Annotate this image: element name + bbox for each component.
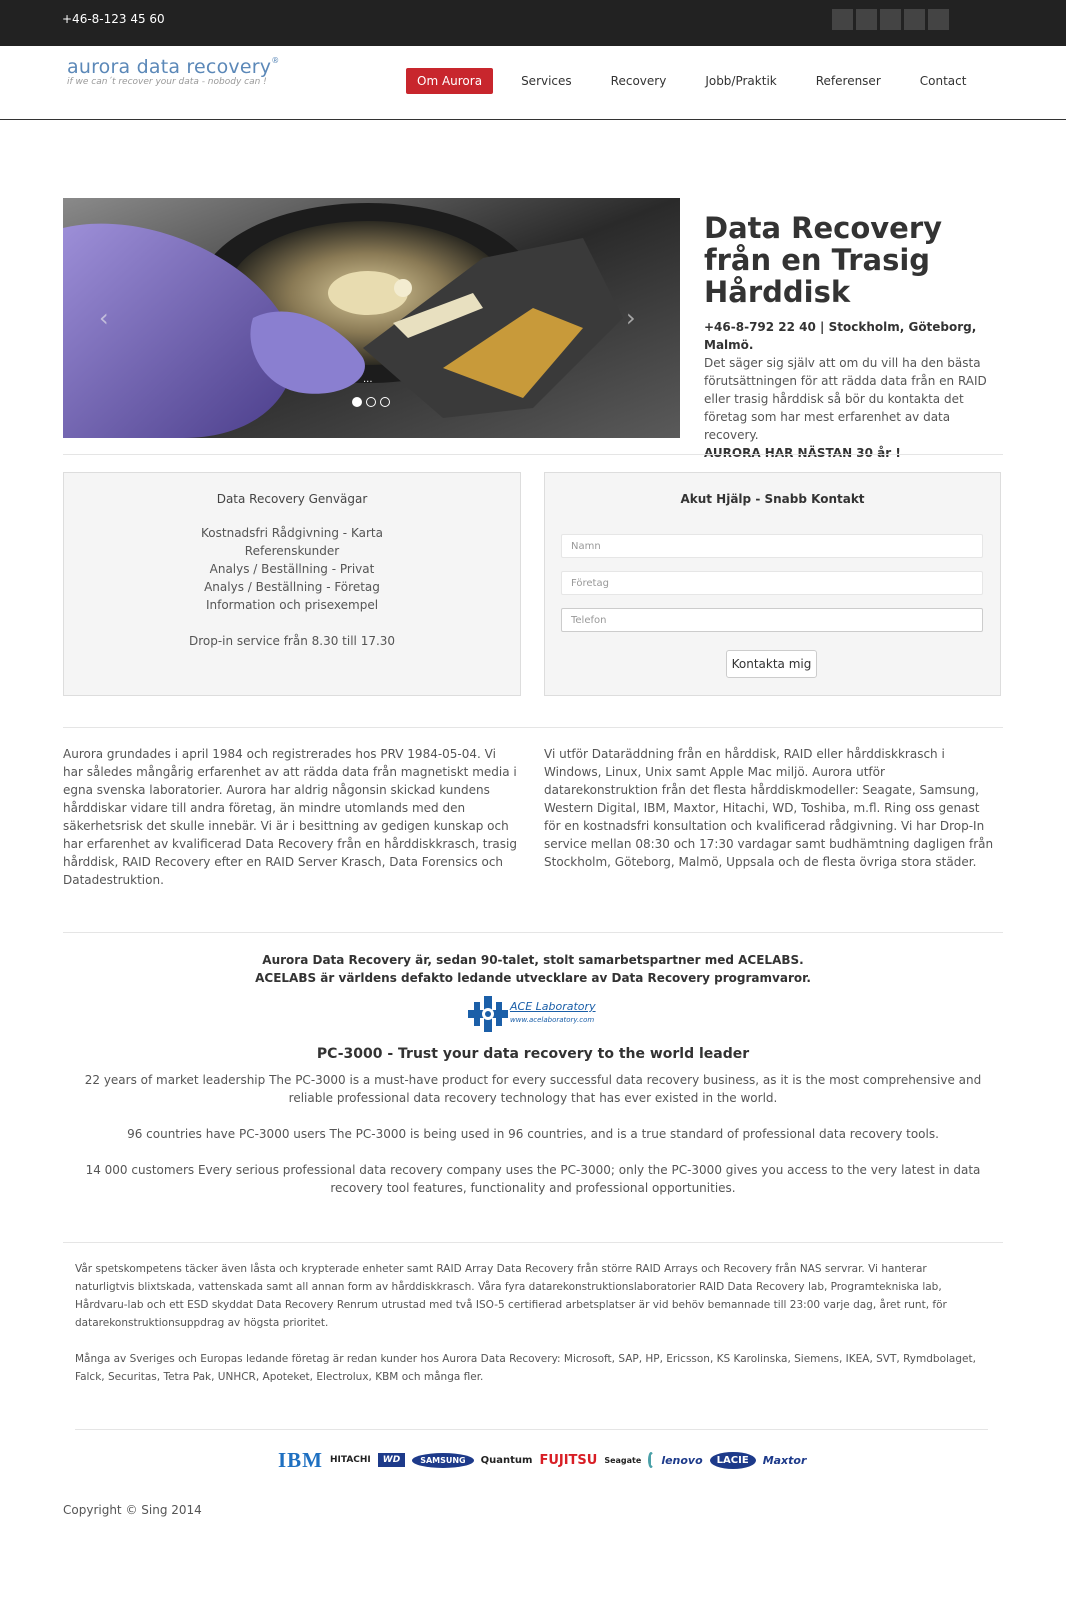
main-menu: Om Aurora Services Recovery Jobb/Praktik… (406, 68, 994, 94)
submit-button[interactable]: Kontakta mig (726, 650, 817, 678)
carousel-caption: ... (363, 374, 373, 385)
clients-text: Många av Sveriges och Europas ledande fö… (75, 1353, 976, 1383)
divider (75, 1429, 988, 1430)
shortcut-link[interactable]: Kostnadsfri Rådgivning - Karta (64, 524, 520, 542)
about-right: Vi utför Dataräddning från en hårddisk, … (544, 747, 994, 869)
pc3000-paragraph: 96 countries have PC-3000 users The PC-3… (127, 1127, 939, 1141)
partner-intro: Aurora Data Recovery är, sedan 90-talet,… (63, 951, 1003, 987)
nav-contact[interactable]: Contact (909, 68, 978, 94)
divider (63, 454, 1003, 455)
nav-jobb-praktik[interactable]: Jobb/Praktik (694, 68, 787, 94)
carousel-dot[interactable] (352, 397, 362, 407)
nav-services[interactable]: Services (510, 68, 583, 94)
pc3000-paragraph: 22 years of market leadership The PC-300… (84, 1073, 982, 1105)
hero-carousel[interactable]: ‹ › ... (63, 198, 680, 438)
carousel-indicators (352, 397, 390, 407)
shortcut-link[interactable]: Information och prisexempel (64, 596, 520, 614)
social-icon[interactable] (832, 9, 853, 30)
hero-body: Det säger sig själv att om du vill ha de… (704, 356, 987, 442)
logo-tagline: if we can´t recover your data - nobody c… (67, 77, 267, 87)
quick-contact-title: Akut Hjälp - Snabb Kontakt (680, 492, 865, 506)
shortcut-link[interactable]: Analys / Beställning - Privat (64, 560, 520, 578)
nav-referenser[interactable]: Referenser (805, 68, 892, 94)
ace-url: www.acelaboratory.com (510, 1016, 595, 1024)
divider (63, 1242, 1003, 1243)
ibm-logo: IBM (278, 1447, 323, 1472)
pc3000-text: 22 years of market leadership The PC-300… (63, 1071, 1003, 1197)
shortcut-link[interactable]: Analys / Beställning - Företag (64, 578, 520, 596)
hero-title: Data Recovery från en Trasig Hårddisk (704, 211, 943, 309)
lacie-logo: LACIE (709, 1451, 756, 1469)
hero-contact-line: +46-8-792 22 40 | Stockholm, Göteborg, M… (704, 320, 977, 352)
company-field[interactable]: Företag (561, 571, 983, 595)
brand-logos: IBM HITACHI WD SAMSUNG Quantum FUJITSU S… (278, 1447, 806, 1473)
pc3000-paragraph: 14 000 customers Every serious professio… (85, 1163, 981, 1195)
social-icons (832, 9, 949, 30)
hero-highlight: AURORA HAR NÄSTAN 30 år ! (704, 446, 901, 460)
shortcut-link[interactable]: Referenskunder (64, 542, 520, 560)
fujitsu-logo: FUJITSU (539, 1452, 598, 1468)
ace-name: ACE Laboratory (510, 1000, 596, 1013)
social-icon[interactable] (928, 9, 949, 30)
maxtor-logo: Maxtor (762, 1453, 807, 1467)
ace-laboratory-logo[interactable]: ACE Laboratory www.acelaboratory.com (468, 996, 598, 1032)
logo-name: aurora data recovery (67, 56, 272, 78)
nav-recovery[interactable]: Recovery (600, 68, 678, 94)
nav-om-aurora[interactable]: Om Aurora (406, 68, 494, 94)
logo[interactable]: aurora data recovery® if we can´t recove… (67, 56, 279, 87)
about-left: Aurora grundades i april 1984 och regist… (63, 747, 517, 887)
lenovo-logo: lenovo (661, 1453, 703, 1467)
social-icon[interactable] (880, 9, 901, 30)
wd-logo: WD (377, 1453, 406, 1467)
quantum-logo: Quantum (480, 1454, 533, 1466)
phone-field[interactable]: Telefon (561, 608, 983, 632)
hero-text: Data Recovery från en Trasig Hårddisk +4… (704, 212, 1004, 462)
top-phone: +46-8-123 45 60 (62, 12, 165, 26)
carousel-dot[interactable] (380, 397, 390, 407)
samsung-logo: SAMSUNG (412, 1452, 474, 1468)
partner-line-2: ACELABS är världens defakto ledande utve… (255, 971, 811, 985)
shortcuts-box: Data Recovery Genvägar Kostnadsfri Rådgi… (63, 472, 521, 696)
pc3000-heading: PC-3000 - Trust your data recovery to th… (316, 1046, 750, 1062)
seagate-swirl-icon (648, 1452, 655, 1468)
hitachi-logo: HITACHI (330, 1455, 371, 1465)
seagate-logo: Seagate (604, 1455, 642, 1465)
svg-text:›: › (626, 304, 636, 332)
top-bar: +46-8-123 45 60 (0, 0, 1066, 46)
quick-contact-box: Akut Hjälp - Snabb Kontakt Namn Företag … (544, 472, 1001, 696)
social-icon[interactable] (904, 9, 925, 30)
shortcuts-title: Data Recovery Genvägar (216, 492, 368, 506)
divider (63, 932, 1003, 933)
svg-text:‹: ‹ (99, 304, 109, 332)
social-icon[interactable] (856, 9, 877, 30)
main-header: aurora data recovery® if we can´t recove… (0, 46, 1066, 120)
carousel-dot[interactable] (366, 397, 376, 407)
divider (63, 727, 1003, 728)
ace-emblem-icon (468, 996, 508, 1032)
partner-line-1: Aurora Data Recovery är, sedan 90-talet,… (262, 953, 804, 967)
name-field[interactable]: Namn (561, 534, 983, 558)
expertise-text: Vår spetskompetens täcker även låsta och… (75, 1263, 947, 1329)
dropin-hours: Drop-in service från 8.30 till 17.30 (188, 634, 396, 648)
copyright: Copyright © Sing 2014 (63, 1503, 202, 1517)
